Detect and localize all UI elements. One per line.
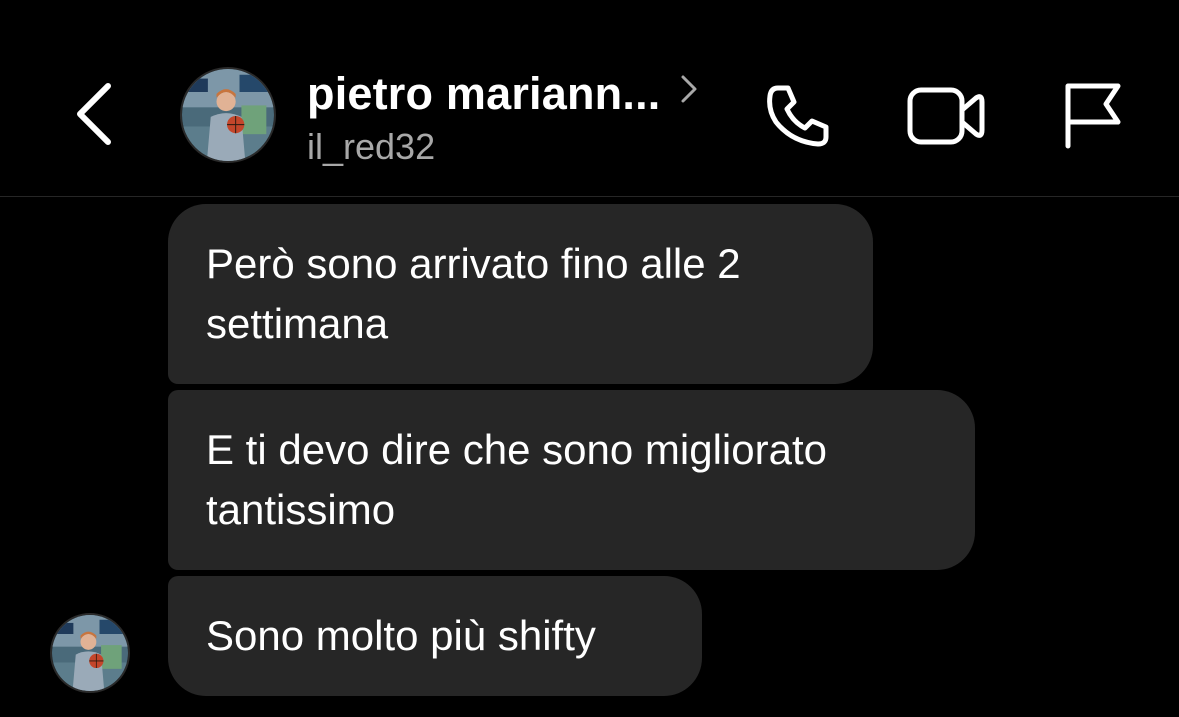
message-text: Sono molto più shifty	[206, 612, 596, 659]
audio-call-button[interactable]	[762, 80, 834, 152]
sender-avatar[interactable]	[50, 613, 130, 693]
video-call-button[interactable]	[906, 84, 986, 150]
avatar[interactable]	[180, 67, 276, 163]
back-button[interactable]	[70, 80, 120, 148]
message-bubble[interactable]: E ti devo dire che sono migliorato tanti…	[168, 390, 975, 570]
message-bubble[interactable]: Sono molto più shifty	[168, 576, 702, 696]
chat-header: pietro mariann... il_red32	[0, 0, 1179, 196]
message-bubble[interactable]: Però sono arrivato fino alle 2 settimana	[168, 204, 873, 384]
profile-photo	[182, 69, 274, 161]
profile-photo	[52, 615, 128, 691]
message-text: E ti devo dire che sono migliorato tanti…	[206, 426, 827, 533]
header-divider	[0, 196, 1179, 197]
contact-name: pietro mariann...	[307, 68, 661, 119]
phone-icon	[767, 85, 829, 147]
video-camera-icon	[907, 87, 985, 145]
chevron-right-icon	[681, 75, 697, 103]
profile-name-link[interactable]: pietro mariann...	[307, 64, 700, 124]
flag-icon	[1065, 83, 1121, 149]
chevron-left-icon	[77, 83, 111, 145]
contact-username: il_red32	[307, 126, 436, 167]
report-button[interactable]	[1060, 80, 1128, 150]
message-text: Però sono arrivato fino alle 2 settimana	[206, 240, 741, 347]
